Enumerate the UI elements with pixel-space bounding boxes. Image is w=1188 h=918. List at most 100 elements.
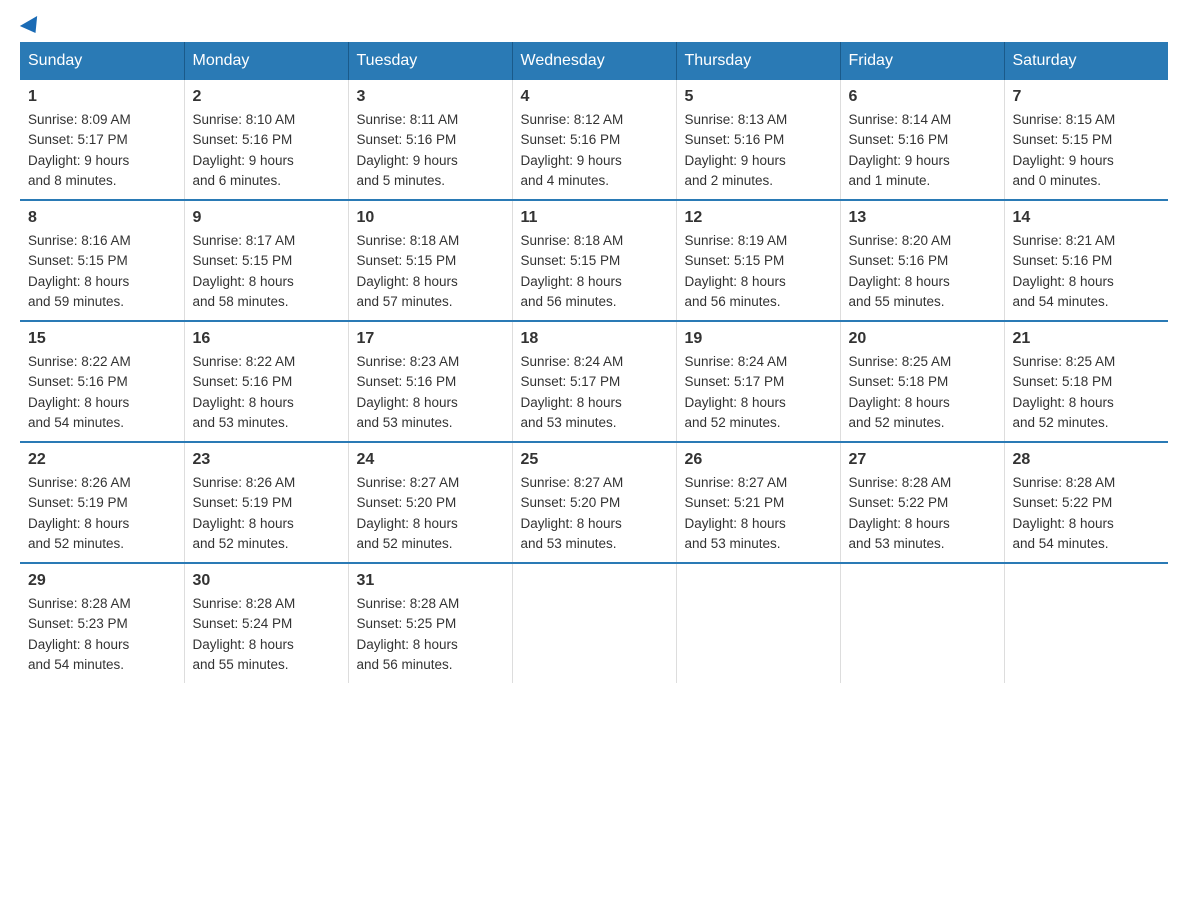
day-info: Sunrise: 8:15 AMSunset: 5:15 PMDaylight:… <box>1013 110 1161 191</box>
calendar-cell: 22 Sunrise: 8:26 AMSunset: 5:19 PMDaylig… <box>20 442 184 563</box>
day-number: 2 <box>193 88 340 106</box>
day-number: 5 <box>685 88 832 106</box>
day-info: Sunrise: 8:22 AMSunset: 5:16 PMDaylight:… <box>28 352 176 433</box>
day-number: 19 <box>685 330 832 348</box>
day-number: 28 <box>1013 451 1161 469</box>
day-number: 16 <box>193 330 340 348</box>
calendar-cell: 15 Sunrise: 8:22 AMSunset: 5:16 PMDaylig… <box>20 321 184 442</box>
day-info: Sunrise: 8:17 AMSunset: 5:15 PMDaylight:… <box>193 231 340 312</box>
calendar-cell: 26 Sunrise: 8:27 AMSunset: 5:21 PMDaylig… <box>676 442 840 563</box>
day-info: Sunrise: 8:18 AMSunset: 5:15 PMDaylight:… <box>521 231 668 312</box>
day-number: 3 <box>357 88 504 106</box>
day-number: 11 <box>521 209 668 227</box>
day-info: Sunrise: 8:26 AMSunset: 5:19 PMDaylight:… <box>193 473 340 554</box>
day-info: Sunrise: 8:24 AMSunset: 5:17 PMDaylight:… <box>685 352 832 433</box>
day-number: 9 <box>193 209 340 227</box>
day-info: Sunrise: 8:19 AMSunset: 5:15 PMDaylight:… <box>685 231 832 312</box>
day-info: Sunrise: 8:28 AMSunset: 5:22 PMDaylight:… <box>1013 473 1161 554</box>
column-header-sunday: Sunday <box>20 42 184 80</box>
day-info: Sunrise: 8:23 AMSunset: 5:16 PMDaylight:… <box>357 352 504 433</box>
calendar-cell: 20 Sunrise: 8:25 AMSunset: 5:18 PMDaylig… <box>840 321 1004 442</box>
calendar-cell <box>1004 563 1168 683</box>
column-header-tuesday: Tuesday <box>348 42 512 80</box>
day-info: Sunrise: 8:16 AMSunset: 5:15 PMDaylight:… <box>28 231 176 312</box>
day-info: Sunrise: 8:18 AMSunset: 5:15 PMDaylight:… <box>357 231 504 312</box>
day-number: 29 <box>28 572 176 590</box>
calendar-cell: 11 Sunrise: 8:18 AMSunset: 5:15 PMDaylig… <box>512 200 676 321</box>
logo-triangle-icon <box>20 16 44 38</box>
day-number: 14 <box>1013 209 1161 227</box>
calendar-cell: 16 Sunrise: 8:22 AMSunset: 5:16 PMDaylig… <box>184 321 348 442</box>
calendar-cell: 27 Sunrise: 8:28 AMSunset: 5:22 PMDaylig… <box>840 442 1004 563</box>
column-header-monday: Monday <box>184 42 348 80</box>
calendar-cell: 4 Sunrise: 8:12 AMSunset: 5:16 PMDayligh… <box>512 80 676 200</box>
calendar-cell: 25 Sunrise: 8:27 AMSunset: 5:20 PMDaylig… <box>512 442 676 563</box>
column-header-friday: Friday <box>840 42 1004 80</box>
day-info: Sunrise: 8:28 AMSunset: 5:25 PMDaylight:… <box>357 594 504 675</box>
page-header <box>20 20 1168 32</box>
day-number: 13 <box>849 209 996 227</box>
calendar-cell: 12 Sunrise: 8:19 AMSunset: 5:15 PMDaylig… <box>676 200 840 321</box>
calendar-cell: 14 Sunrise: 8:21 AMSunset: 5:16 PMDaylig… <box>1004 200 1168 321</box>
calendar-cell <box>840 563 1004 683</box>
day-info: Sunrise: 8:10 AMSunset: 5:16 PMDaylight:… <box>193 110 340 191</box>
calendar-cell: 3 Sunrise: 8:11 AMSunset: 5:16 PMDayligh… <box>348 80 512 200</box>
calendar-week-row: 29 Sunrise: 8:28 AMSunset: 5:23 PMDaylig… <box>20 563 1168 683</box>
calendar-cell: 10 Sunrise: 8:18 AMSunset: 5:15 PMDaylig… <box>348 200 512 321</box>
calendar-cell: 13 Sunrise: 8:20 AMSunset: 5:16 PMDaylig… <box>840 200 1004 321</box>
day-number: 18 <box>521 330 668 348</box>
day-info: Sunrise: 8:12 AMSunset: 5:16 PMDaylight:… <box>521 110 668 191</box>
day-info: Sunrise: 8:22 AMSunset: 5:16 PMDaylight:… <box>193 352 340 433</box>
day-info: Sunrise: 8:20 AMSunset: 5:16 PMDaylight:… <box>849 231 996 312</box>
day-number: 25 <box>521 451 668 469</box>
day-info: Sunrise: 8:26 AMSunset: 5:19 PMDaylight:… <box>28 473 176 554</box>
day-number: 31 <box>357 572 504 590</box>
day-number: 24 <box>357 451 504 469</box>
calendar-cell <box>676 563 840 683</box>
calendar-cell: 1 Sunrise: 8:09 AMSunset: 5:17 PMDayligh… <box>20 80 184 200</box>
day-info: Sunrise: 8:27 AMSunset: 5:20 PMDaylight:… <box>521 473 668 554</box>
column-header-saturday: Saturday <box>1004 42 1168 80</box>
calendar-cell: 2 Sunrise: 8:10 AMSunset: 5:16 PMDayligh… <box>184 80 348 200</box>
day-number: 17 <box>357 330 504 348</box>
calendar-cell: 9 Sunrise: 8:17 AMSunset: 5:15 PMDayligh… <box>184 200 348 321</box>
day-info: Sunrise: 8:27 AMSunset: 5:21 PMDaylight:… <box>685 473 832 554</box>
calendar-cell: 17 Sunrise: 8:23 AMSunset: 5:16 PMDaylig… <box>348 321 512 442</box>
calendar-cell: 31 Sunrise: 8:28 AMSunset: 5:25 PMDaylig… <box>348 563 512 683</box>
calendar-week-row: 15 Sunrise: 8:22 AMSunset: 5:16 PMDaylig… <box>20 321 1168 442</box>
calendar-cell <box>512 563 676 683</box>
calendar-cell: 29 Sunrise: 8:28 AMSunset: 5:23 PMDaylig… <box>20 563 184 683</box>
day-number: 1 <box>28 88 176 106</box>
day-number: 4 <box>521 88 668 106</box>
calendar-cell: 18 Sunrise: 8:24 AMSunset: 5:17 PMDaylig… <box>512 321 676 442</box>
day-info: Sunrise: 8:24 AMSunset: 5:17 PMDaylight:… <box>521 352 668 433</box>
day-info: Sunrise: 8:14 AMSunset: 5:16 PMDaylight:… <box>849 110 996 191</box>
calendar-cell: 7 Sunrise: 8:15 AMSunset: 5:15 PMDayligh… <box>1004 80 1168 200</box>
day-info: Sunrise: 8:28 AMSunset: 5:24 PMDaylight:… <box>193 594 340 675</box>
calendar-cell: 21 Sunrise: 8:25 AMSunset: 5:18 PMDaylig… <box>1004 321 1168 442</box>
day-number: 22 <box>28 451 176 469</box>
logo-text <box>20 20 42 32</box>
day-info: Sunrise: 8:28 AMSunset: 5:23 PMDaylight:… <box>28 594 176 675</box>
day-info: Sunrise: 8:11 AMSunset: 5:16 PMDaylight:… <box>357 110 504 191</box>
day-number: 10 <box>357 209 504 227</box>
day-info: Sunrise: 8:28 AMSunset: 5:22 PMDaylight:… <box>849 473 996 554</box>
calendar-cell: 19 Sunrise: 8:24 AMSunset: 5:17 PMDaylig… <box>676 321 840 442</box>
day-number: 8 <box>28 209 176 227</box>
day-number: 15 <box>28 330 176 348</box>
calendar-table: SundayMondayTuesdayWednesdayThursdayFrid… <box>20 42 1168 683</box>
column-header-thursday: Thursday <box>676 42 840 80</box>
column-header-wednesday: Wednesday <box>512 42 676 80</box>
day-info: Sunrise: 8:13 AMSunset: 5:16 PMDaylight:… <box>685 110 832 191</box>
day-number: 27 <box>849 451 996 469</box>
day-info: Sunrise: 8:21 AMSunset: 5:16 PMDaylight:… <box>1013 231 1161 312</box>
day-number: 6 <box>849 88 996 106</box>
calendar-header-row: SundayMondayTuesdayWednesdayThursdayFrid… <box>20 42 1168 80</box>
day-info: Sunrise: 8:27 AMSunset: 5:20 PMDaylight:… <box>357 473 504 554</box>
calendar-week-row: 1 Sunrise: 8:09 AMSunset: 5:17 PMDayligh… <box>20 80 1168 200</box>
calendar-cell: 28 Sunrise: 8:28 AMSunset: 5:22 PMDaylig… <box>1004 442 1168 563</box>
day-info: Sunrise: 8:25 AMSunset: 5:18 PMDaylight:… <box>849 352 996 433</box>
calendar-cell: 8 Sunrise: 8:16 AMSunset: 5:15 PMDayligh… <box>20 200 184 321</box>
day-number: 26 <box>685 451 832 469</box>
day-info: Sunrise: 8:09 AMSunset: 5:17 PMDaylight:… <box>28 110 176 191</box>
